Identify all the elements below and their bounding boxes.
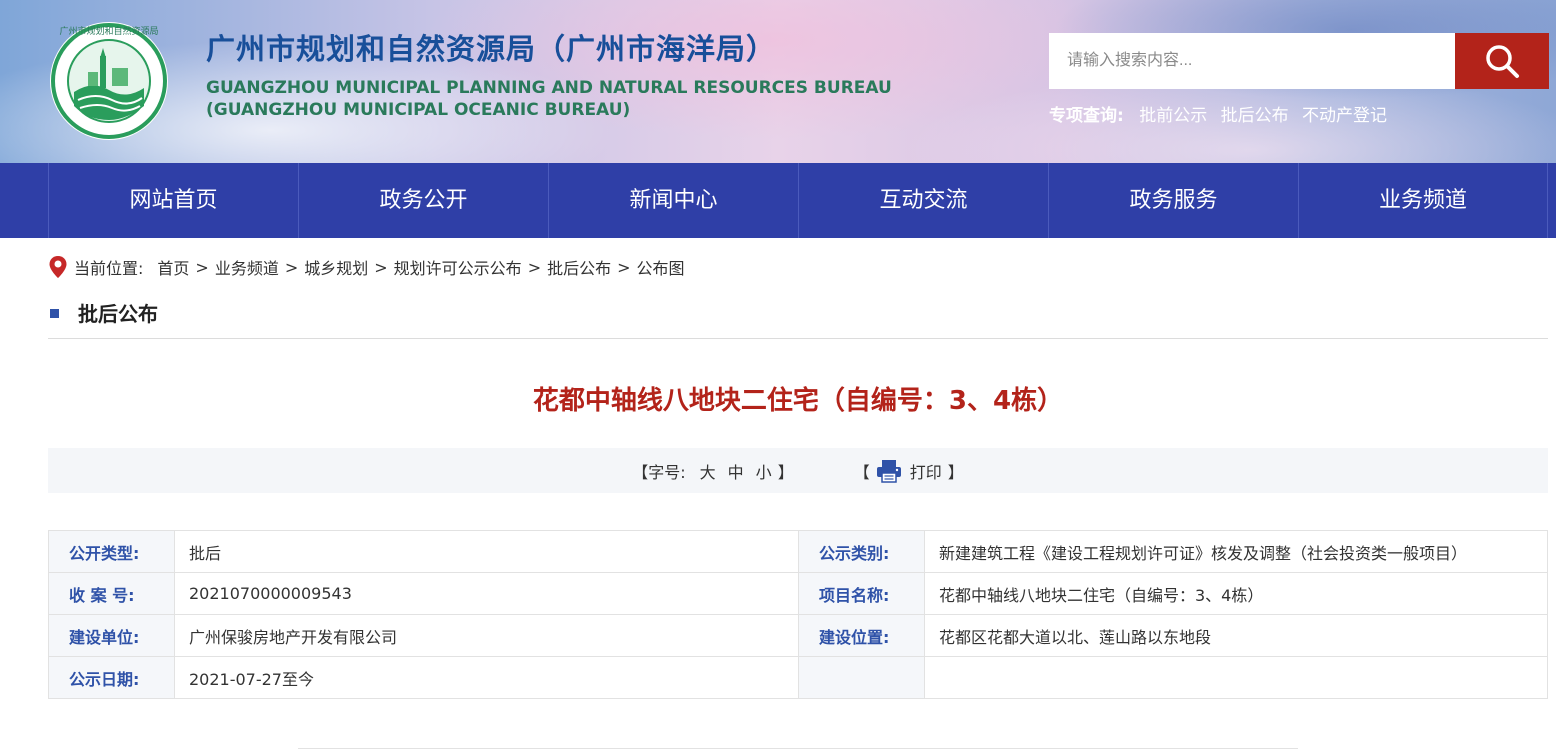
breadcrumb: 当前位置: 首页 > 业务频道 > 城乡规划 > 规划许可公示公布 > 批后公布… [48,254,685,280]
label-disclosure-type: 公开类型: [48,530,175,573]
label-publicity-category: 公示类别: [798,530,925,573]
site-title-en-line2: (GUANGZHOU MUNICIPAL OCEANIC BUREAU) [206,100,631,120]
section-header: 批后公布 [48,296,1548,339]
label-project-name: 项目名称: [798,572,925,615]
logo-emblem-icon[interactable]: 广州市规划和自然资源局 [48,20,170,142]
nav-item-government-services[interactable]: 政务服务 [1048,163,1298,238]
article-tools-bar: 【字号: 大 中 小 】 【 打印 】 [48,448,1548,493]
article-title: 花都中轴线八地块二住宅（自编号：3、4栋） [532,386,1064,416]
font-size-medium-button[interactable]: 中 [728,459,744,483]
value-case-number: 2021070000009543 [174,572,799,615]
location-pin-icon [49,256,67,278]
value-publicity-date: 2021-07-27至今 [174,656,799,699]
print-button[interactable]: 打印 [910,459,942,483]
special-link-post-publication[interactable]: 批后公布 [1221,106,1289,126]
breadcrumb-item-home[interactable]: 首页 [157,255,189,279]
info-table: 公开类型: 批后 公示类别: 新建建筑工程《建设工程规划许可证》核发及调整（社会… [48,530,1548,699]
breadcrumb-label: 当前位置: [74,259,144,278]
font-size-label: 【字号: [632,462,686,482]
label-case-number: 收 案 号: [48,572,175,615]
special-query-label: 专项查询: [1049,106,1124,126]
special-link-pre-publicity[interactable]: 批前公示 [1139,106,1207,126]
label-construction-unit: 建设单位: [48,614,175,657]
site-title-cn: 广州市规划和自然资源局（广州市海洋局） [206,32,777,66]
nav-item-business-channel[interactable]: 业务频道 [1298,163,1548,238]
logo-text: 广州市规划和自然资源局 [59,25,158,37]
breadcrumb-item-business-channel[interactable]: 业务频道 [215,255,279,279]
section-bullet [50,309,59,318]
print-close-bracket: 】 [947,462,964,482]
print-control[interactable]: 【 打印 】 [854,459,964,483]
breadcrumb-item-publication-map[interactable]: 公布图 [637,255,685,279]
special-query-bar: 专项查询: 批前公示 批后公布 不动产登记 [1049,101,1395,126]
breadcrumb-item-post-publication[interactable]: 批后公布 [547,255,611,279]
breadcrumb-separator: > [617,257,631,277]
nav-item-government-affairs[interactable]: 政务公开 [298,163,548,238]
table-row: 公示日期: 2021-07-27至今 [48,656,1548,699]
special-link-real-estate-registration[interactable]: 不动产登记 [1302,106,1387,126]
label-empty [798,656,925,699]
label-publicity-date: 公示日期: [48,656,175,699]
font-size-close-bracket: 】 [777,462,794,482]
breadcrumb-item-urban-rural-planning[interactable]: 城乡规划 [304,255,368,279]
search-button[interactable] [1455,33,1549,89]
table-row: 建设单位: 广州保骏房地产开发有限公司 建设位置: 花都区花都大道以北、莲山路以… [48,614,1548,657]
section-title: 批后公布 [78,302,158,326]
value-construction-unit: 广州保骏房地产开发有限公司 [174,614,799,657]
value-publicity-category: 新建建筑工程《建设工程规划许可证》核发及调整（社会投资类一般项目） [924,530,1548,573]
font-size-control: 【字号: 大 中 小 】 [632,459,793,483]
label-construction-location: 建设位置: [798,614,925,657]
nav-item-interaction[interactable]: 互动交流 [798,163,1048,238]
breadcrumb-separator: > [374,257,388,277]
nav-item-news-center[interactable]: 新闻中心 [548,163,798,238]
value-project-name: 花都中轴线八地块二住宅（自编号：3、4栋） [924,572,1548,615]
font-size-large-button[interactable]: 大 [700,459,716,483]
site-title-en-line1: GUANGZHOU MUNICIPAL PLANNING AND NATURAL… [206,78,892,98]
content-divider [298,748,1298,753]
breadcrumb-separator: > [284,257,299,277]
print-open-bracket: 【 [853,462,870,482]
value-empty [924,656,1548,699]
table-row: 公开类型: 批后 公示类别: 新建建筑工程《建设工程规划许可证》核发及调整（社会… [48,530,1548,573]
main-nav: 网站首页 政务公开 新闻中心 互动交流 政务服务 业务频道 [0,163,1556,238]
breadcrumb-separator: > [527,257,542,277]
value-construction-location: 花都区花都大道以北、莲山路以东地段 [924,614,1548,657]
font-size-small-button[interactable]: 小 [756,459,772,483]
site-header: 广州市规划和自然资源局 广州市规划和自然资源局（广州市海洋局） GUANGZHO… [0,0,1556,163]
breadcrumb-item-planning-permit[interactable]: 规划许可公示公布 [394,255,522,279]
nav-item-home[interactable]: 网站首页 [48,163,298,238]
table-row: 收 案 号: 2021070000009543 项目名称: 花都中轴线八地块二住… [48,572,1548,615]
search-input[interactable] [1049,33,1455,89]
breadcrumb-separator: > [195,257,209,277]
printer-icon[interactable] [876,459,902,483]
search-icon [1486,45,1519,78]
value-disclosure-type: 批后 [174,530,799,573]
